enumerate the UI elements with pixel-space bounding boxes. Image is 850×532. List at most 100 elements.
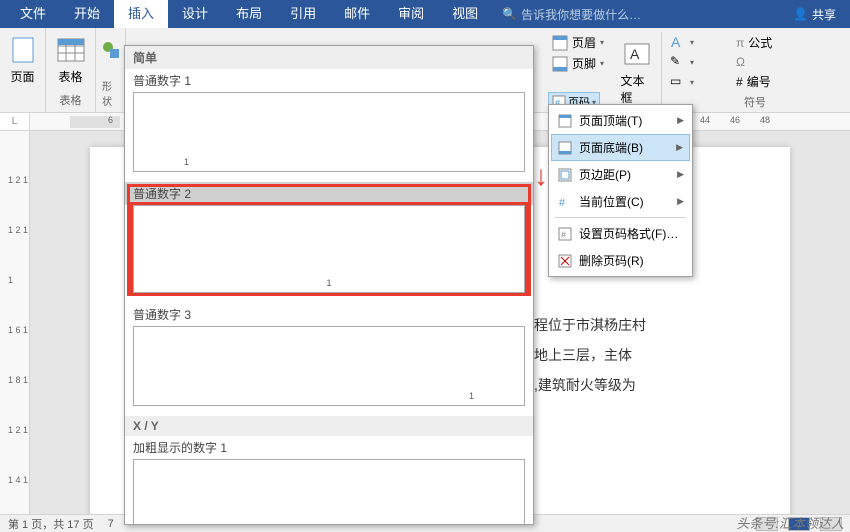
svg-text:#: #	[559, 197, 566, 209]
ruler-tick: 1 2 1	[8, 225, 28, 235]
gallery-preview[interactable]: 1/1	[133, 459, 525, 524]
submenu-label: 页面顶端(T)	[579, 112, 642, 129]
share-button[interactable]: 👤 共享	[793, 6, 836, 23]
submenu-separator	[555, 217, 686, 218]
doc-line: 度,建筑耐火等级为	[520, 370, 646, 400]
remove-icon	[557, 253, 573, 269]
table-button[interactable]: 表格	[51, 32, 91, 87]
textbox-icon: A	[621, 38, 653, 70]
menubar: 文件 开始 插入 设计 布局 引用 邮件 审阅 视图 🔍 告诉我你想要做什么… …	[0, 0, 850, 28]
document-text[interactable]: 工程位于市淇杨庄村 混地上三层，主体 度,建筑耐火等级为	[520, 310, 646, 400]
submenu-page-margin[interactable]: 页边距(P) ▶	[551, 161, 690, 188]
tab-design[interactable]: 设计	[168, 0, 222, 28]
footer-icon	[552, 56, 568, 72]
submenu-label: 删除页码(R)	[579, 252, 644, 269]
tab-file[interactable]: 文件	[6, 0, 60, 28]
table-icon	[55, 34, 87, 66]
tab-layout[interactable]: 布局	[222, 0, 276, 28]
submenu-format-page-numbers[interactable]: # 设置页码格式(F)…	[551, 220, 690, 247]
submenu-label: 当前位置(C)	[579, 193, 644, 210]
symbol-button[interactable]: Ω	[732, 53, 802, 71]
table-group-label: 表格	[60, 92, 82, 108]
chevron-down-icon: ▾	[600, 38, 604, 47]
share-label: 共享	[812, 6, 836, 23]
gallery-item-label[interactable]: 普通数字 2	[125, 182, 533, 205]
equation-icon: π	[736, 36, 744, 50]
tab-review[interactable]: 审阅	[384, 0, 438, 28]
tell-me[interactable]: 🔍 告诉我你想要做什么…	[502, 6, 641, 23]
status-wordcount[interactable]: 7	[108, 518, 114, 530]
signature-button[interactable]: ✎▾	[666, 52, 726, 72]
symbol-group: π 公式 Ω #编号	[732, 32, 802, 92]
number-button[interactable]: #编号	[732, 71, 802, 92]
number-label: 编号	[747, 73, 771, 90]
gallery-preview[interactable]: 1	[133, 92, 525, 172]
ruler-vertical[interactable]: 1 2 1 1 2 1 1 1 6 1 1 8 1 1 2 1 1 4 1	[0, 131, 30, 514]
header-footer-group: 页眉 ▾ 页脚 ▾	[548, 32, 606, 74]
equation-button[interactable]: π 公式	[732, 32, 802, 53]
submenu-label: 页边距(P)	[579, 166, 631, 183]
gallery-item-label[interactable]: 普通数字 3	[125, 303, 533, 326]
status-page[interactable]: 第 1 页，共 17 页	[8, 516, 94, 532]
dropcap-icon: A	[670, 34, 686, 50]
page-button[interactable]: 页面	[3, 32, 43, 87]
ruler-tick: 1 2 1	[8, 425, 28, 435]
tab-view[interactable]: 视图	[438, 0, 492, 28]
tell-me-label: 告诉我你想要做什么…	[521, 6, 641, 23]
doc-line: 工程位于市淇杨庄村	[520, 310, 646, 340]
shapes-label: 形状	[102, 78, 119, 108]
gallery-preview-selected[interactable]: 1	[133, 205, 525, 293]
textbox-group: A 文本框	[612, 32, 662, 112]
tab-mailings[interactable]: 邮件	[330, 0, 384, 28]
chevron-down-icon: ▾	[600, 59, 604, 68]
ruler-tick: 1 2 1	[8, 175, 28, 185]
current-pos-icon: #	[557, 194, 573, 210]
shapes-icon	[95, 34, 127, 66]
page-label: 页面	[10, 68, 34, 85]
ruler-tick: 46	[730, 115, 740, 125]
omega-icon: Ω	[736, 55, 745, 69]
gallery-preview[interactable]: 1	[133, 326, 525, 406]
tab-insert[interactable]: 插入	[114, 0, 168, 28]
submenu-label: 设置页码格式(F)…	[579, 225, 678, 242]
chevron-right-icon: ▶	[677, 169, 684, 180]
footer-button[interactable]: 页脚 ▾	[548, 53, 606, 74]
dropcap-button[interactable]: A▾	[666, 32, 726, 52]
chevron-down-icon: ▾	[690, 38, 694, 47]
page-top-icon	[557, 113, 573, 129]
header-button[interactable]: 页眉 ▾	[548, 32, 606, 53]
submenu-label: 页面底端(B)	[579, 139, 643, 156]
submenu-remove-page-numbers[interactable]: 删除页码(R)	[551, 247, 690, 274]
page-margin-icon	[557, 167, 573, 183]
submenu-current-position[interactable]: # 当前位置(C) ▶	[551, 188, 690, 215]
watermark: 头条号:汇本领达人	[736, 513, 844, 532]
submenu-page-bottom[interactable]: 页面底端(B) ▶	[551, 134, 690, 161]
gallery-item-label[interactable]: 普通数字 1	[125, 69, 533, 92]
equation-label: 公式	[748, 34, 772, 51]
textbox-label: 文本框	[621, 72, 653, 106]
submenu-page-top[interactable]: 页面顶端(T) ▶	[551, 107, 690, 134]
doc-line: 混地上三层，主体	[520, 340, 646, 370]
object-button[interactable]: ▭▾	[666, 72, 726, 92]
header-icon	[552, 35, 568, 51]
ruler-tick: 48	[760, 115, 770, 125]
tab-references[interactable]: 引用	[276, 0, 330, 28]
page-icon	[7, 34, 39, 66]
ruler-tick: 1 8 1	[8, 375, 28, 385]
chevron-right-icon: ▶	[677, 196, 684, 207]
svg-text:A: A	[671, 34, 681, 50]
search-icon: 🔍	[502, 7, 517, 21]
tab-home[interactable]: 开始	[60, 0, 114, 28]
ruler-tick: 1	[8, 275, 13, 285]
symbol-group-label: 符号	[744, 94, 766, 110]
share-icon: 👤	[793, 7, 808, 21]
svg-text:#: #	[561, 230, 566, 240]
ruler-tick: 44	[700, 115, 710, 125]
object-icon: ▭	[670, 74, 686, 90]
textbox-button[interactable]: A 文本框	[617, 36, 657, 108]
gallery-section-header: 简单	[125, 46, 533, 69]
table-label: 表格	[58, 68, 82, 85]
page-bottom-icon	[557, 140, 573, 156]
gallery-item-label[interactable]: 加粗显示的数字 1	[125, 436, 533, 459]
ruler-corner: L	[0, 113, 30, 130]
